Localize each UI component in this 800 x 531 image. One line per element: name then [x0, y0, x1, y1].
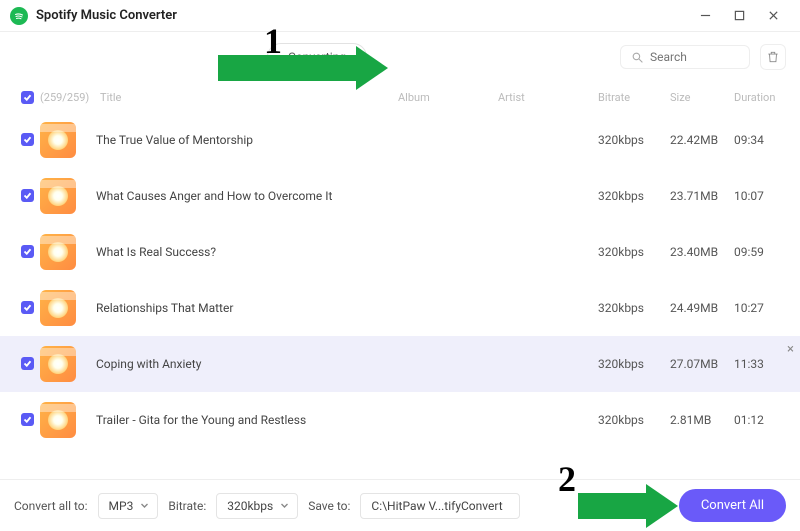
remove-row-button[interactable]: × [787, 342, 794, 357]
maximize-button[interactable] [722, 4, 756, 28]
album-art [40, 178, 76, 214]
search-input[interactable] [650, 50, 739, 64]
format-value: MP3 [109, 499, 134, 513]
minimize-button[interactable] [688, 4, 722, 28]
album-art [40, 234, 76, 270]
track-duration: 10:07 [734, 189, 786, 203]
select-all-checkbox[interactable] [21, 91, 34, 104]
delete-button[interactable] [760, 44, 786, 70]
row-checkbox[interactable] [21, 133, 34, 146]
track-bitrate: 320kbps [598, 189, 670, 203]
table-row[interactable]: Coping with Anxiety320kbps27.07MB11:33× [0, 336, 800, 392]
row-checkbox[interactable] [21, 357, 34, 370]
row-checkbox[interactable] [21, 189, 34, 202]
save-to-label: Save to: [308, 499, 350, 513]
track-duration: 11:33 [734, 357, 786, 371]
track-size: 27.07MB [670, 357, 734, 371]
col-duration: Duration [734, 91, 786, 104]
chevron-down-icon [140, 499, 149, 513]
table-row[interactable]: Relationships That Matter320kbps24.49MB1… [0, 280, 800, 336]
track-size: 23.40MB [670, 245, 734, 259]
track-duration: 09:59 [734, 245, 786, 259]
track-size: 23.71MB [670, 189, 734, 203]
bitrate-select[interactable]: 320kbps [216, 493, 298, 519]
track-bitrate: 320kbps [598, 413, 670, 427]
track-list: The True Value of Mentorship320kbps22.42… [0, 112, 800, 464]
bitrate-label: Bitrate: [168, 499, 206, 513]
track-title: Trailer - Gita for the Young and Restles… [96, 413, 598, 427]
album-art [40, 402, 76, 438]
close-button[interactable] [756, 4, 790, 28]
album-art [40, 290, 76, 326]
row-checkbox[interactable] [21, 413, 34, 426]
search-box[interactable] [620, 45, 750, 69]
album-art [40, 122, 76, 158]
track-size: 24.49MB [670, 301, 734, 315]
album-art [40, 346, 76, 382]
col-title: Title [100, 91, 398, 104]
save-path-box[interactable]: C:\HitPaw V...tifyConvert [360, 493, 520, 519]
track-title: Coping with Anxiety [96, 357, 598, 371]
trash-icon [766, 50, 780, 64]
row-checkbox[interactable] [21, 301, 34, 314]
track-title: Relationships That Matter [96, 301, 598, 315]
convert-all-button[interactable]: Convert All [679, 489, 786, 522]
table-row[interactable]: What Is Real Success?320kbps23.40MB09:59 [0, 224, 800, 280]
track-duration: 10:27 [734, 301, 786, 315]
track-bitrate: 320kbps [598, 245, 670, 259]
track-title: What Causes Anger and How to Overcome It [96, 189, 598, 203]
tab-converting[interactable]: Converting [267, 43, 367, 71]
table-header: (259/259) Title Album Artist Bitrate Siz… [0, 82, 800, 112]
format-select[interactable]: MP3 [98, 493, 159, 519]
track-title: What Is Real Success? [96, 245, 598, 259]
track-duration: 01:12 [734, 413, 786, 427]
track-bitrate: 320kbps [598, 133, 670, 147]
app-title: Spotify Music Converter [36, 8, 688, 23]
track-size: 2.81MB [670, 413, 734, 427]
search-icon [631, 51, 644, 64]
col-size: Size [670, 91, 734, 104]
table-row[interactable]: Trailer - Gita for the Young and Restles… [0, 392, 800, 448]
chevron-down-icon [280, 499, 289, 513]
col-bitrate: Bitrate [598, 91, 670, 104]
track-title: The True Value of Mentorship [96, 133, 598, 147]
spotify-logo-icon [10, 7, 28, 25]
tab-group: Converting [267, 43, 367, 71]
toolbar: Converting [0, 32, 800, 82]
titlebar: Spotify Music Converter [0, 0, 800, 32]
col-album: Album [398, 91, 498, 104]
track-bitrate: 320kbps [598, 301, 670, 315]
convert-all-to-label: Convert all to: [14, 499, 88, 513]
col-artist: Artist [498, 91, 598, 104]
table-row[interactable]: What Causes Anger and How to Overcome It… [0, 168, 800, 224]
selection-count: (259/259) [40, 91, 100, 104]
track-duration: 09:34 [734, 133, 786, 147]
table-row[interactable]: The True Value of Mentorship320kbps22.42… [0, 112, 800, 168]
track-bitrate: 320kbps [598, 357, 670, 371]
track-size: 22.42MB [670, 133, 734, 147]
row-checkbox[interactable] [21, 245, 34, 258]
footer-bar: Convert all to: MP3 Bitrate: 320kbps Sav… [0, 479, 800, 531]
bitrate-value: 320kbps [227, 499, 273, 513]
